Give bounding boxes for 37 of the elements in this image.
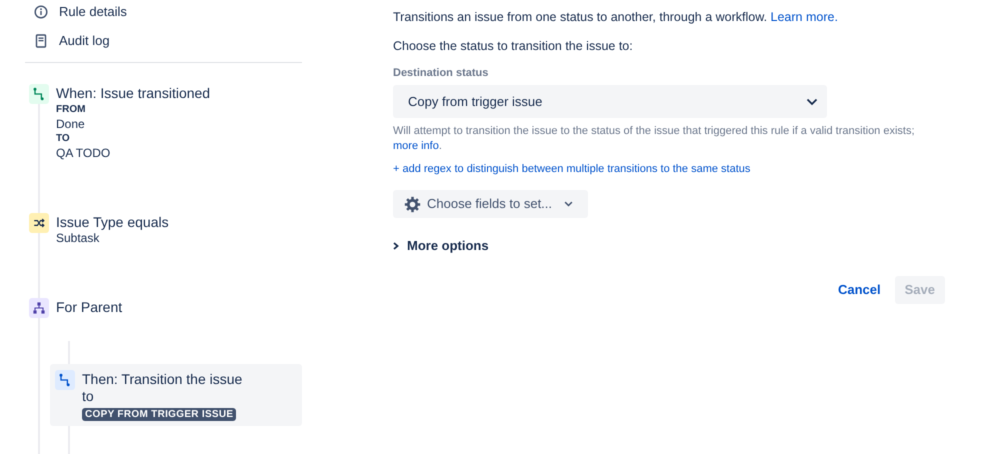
nav-item[interactable]: Audit log xyxy=(25,26,302,55)
shuffle-icon xyxy=(29,213,49,233)
nav-item[interactable]: Rule details xyxy=(25,0,302,26)
learn-more-link[interactable]: Learn more. xyxy=(770,10,838,24)
step-title: For Parent xyxy=(56,298,122,316)
document-icon xyxy=(35,34,47,48)
chevron-down-icon xyxy=(564,201,574,207)
step-title: Issue Type equals xyxy=(56,213,169,231)
hierarchy-icon xyxy=(29,298,49,318)
more-info-link[interactable]: more info xyxy=(393,140,439,152)
step-detail: FROM xyxy=(56,103,86,117)
chevron-down-icon xyxy=(806,98,818,106)
rule-step[interactable]: Issue Type equals Subtask xyxy=(29,212,302,246)
add-regex-link[interactable]: + add regex to distinguish between multiple transitions to the same status xyxy=(393,162,750,176)
step-detail: Done xyxy=(56,117,86,131)
step-detail: TO xyxy=(56,132,71,146)
step-title: Then: Transition the issue to xyxy=(82,370,244,405)
help-text: Will attempt to transition the issue to the status of the issue that triggered this rule if a valid transition exists; more info. xyxy=(393,124,916,154)
choose-fields-button[interactable]: Choose fields to set... xyxy=(393,190,588,218)
description-text: Transitions an issue from one status to another, through a workflow. Learn more. xyxy=(393,9,839,25)
info-icon xyxy=(34,4,48,18)
status-dropdown[interactable]: Copy from trigger issue xyxy=(393,85,827,118)
rule-step[interactable]: When: Issue transitioned FROM Done TO QA TODO xyxy=(29,83,302,161)
rule-step[interactable]: For Parent xyxy=(29,297,302,319)
status-lozenge: COPY FROM TRIGGER ISSUE xyxy=(82,408,236,421)
chevron-right-icon xyxy=(393,242,399,250)
rule-step[interactable]: Then: Transition the issue to COPY FROM TRIGGER ISSUE xyxy=(50,364,302,426)
prompt-text: Choose the status to transition the issue to: xyxy=(393,38,634,54)
trigger-icon xyxy=(29,84,49,104)
more-options-toggle[interactable]: More options xyxy=(393,236,489,256)
cancel-button[interactable]: Cancel xyxy=(838,280,881,300)
step-detail: QA TODO xyxy=(56,146,112,160)
field-label: Destination status xyxy=(393,66,490,80)
transition-icon xyxy=(55,370,75,390)
step-detail: Subtask xyxy=(56,231,100,245)
settings-icon xyxy=(404,196,421,212)
step-title: When: Issue transitioned xyxy=(56,84,210,102)
